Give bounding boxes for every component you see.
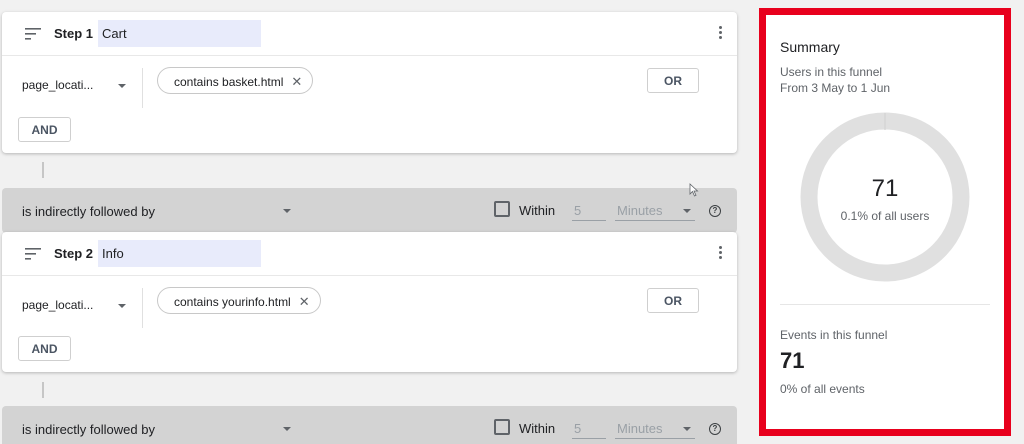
caret-down-icon[interactable] bbox=[283, 209, 291, 213]
relation-select[interactable]: is indirectly followed by bbox=[22, 204, 155, 219]
users-value: 71 bbox=[871, 175, 899, 202]
or-button[interactable]: OR bbox=[647, 68, 699, 93]
users-share: 0.1% of all users bbox=[840, 209, 930, 223]
events-share: 0% of all events bbox=[780, 382, 865, 396]
within-label: Within bbox=[519, 203, 556, 218]
step-name-input[interactable] bbox=[98, 20, 261, 47]
mouse-cursor-icon bbox=[689, 183, 699, 197]
step-connector bbox=[42, 162, 44, 178]
input-underline bbox=[572, 220, 606, 221]
help-icon[interactable]: ? bbox=[709, 423, 721, 435]
within-value-input[interactable]: 5 bbox=[574, 421, 581, 436]
divider bbox=[780, 304, 990, 305]
sort-icon[interactable] bbox=[25, 248, 41, 260]
divider bbox=[142, 288, 143, 328]
sort-icon[interactable] bbox=[25, 28, 41, 40]
condition-text: contains yourinfo.html bbox=[174, 295, 291, 309]
within-label: Within bbox=[519, 421, 556, 436]
step-label: Step 2 bbox=[54, 246, 94, 261]
more-vert-icon[interactable] bbox=[717, 26, 723, 42]
condition-text: contains basket.html bbox=[174, 75, 284, 89]
more-vert-icon[interactable] bbox=[717, 246, 723, 262]
divider bbox=[142, 68, 143, 108]
step-header: Step 2 bbox=[2, 232, 737, 276]
sequence-bar-2: is indirectly followed by Within 5 Minut… bbox=[2, 406, 737, 444]
summary-title: Summary bbox=[780, 39, 840, 55]
input-underline bbox=[615, 438, 695, 439]
step-connector bbox=[42, 382, 44, 398]
caret-down-icon[interactable] bbox=[683, 427, 691, 431]
events-label: Events in this funnel bbox=[780, 328, 888, 342]
or-button[interactable]: OR bbox=[647, 288, 699, 313]
caret-down-icon[interactable] bbox=[283, 427, 291, 431]
within-value-input[interactable]: 5 bbox=[574, 203, 581, 218]
step-header: Step 1 bbox=[2, 12, 737, 56]
unit-select[interactable]: Minutes bbox=[617, 203, 663, 218]
within-checkbox[interactable] bbox=[494, 201, 510, 217]
dimension-select[interactable]: page_locati... bbox=[22, 78, 93, 92]
close-icon[interactable]: ✕ bbox=[299, 294, 310, 309]
caret-down-icon[interactable] bbox=[118, 304, 126, 308]
caret-down-icon[interactable] bbox=[683, 209, 691, 213]
input-underline bbox=[615, 220, 695, 221]
close-icon[interactable]: ✕ bbox=[291, 74, 302, 89]
condition-chip[interactable]: contains basket.html ✕ bbox=[157, 67, 314, 94]
unit-select[interactable]: Minutes bbox=[617, 421, 663, 436]
dimension-select[interactable]: page_locati... bbox=[22, 298, 93, 312]
condition-chip[interactable]: contains yourinfo.html ✕ bbox=[157, 287, 321, 314]
step-name-input[interactable] bbox=[98, 240, 261, 267]
summary-panel: Summary Users in this funnel From 3 May … bbox=[759, 8, 1011, 436]
caret-down-icon[interactable] bbox=[118, 84, 126, 88]
date-range: From 3 May to 1 Jun bbox=[780, 81, 891, 95]
within-checkbox[interactable] bbox=[494, 419, 510, 435]
and-button[interactable]: AND bbox=[18, 336, 71, 361]
and-button[interactable]: AND bbox=[18, 117, 71, 142]
step-card-2: Step 2 page_locati... contains yourinfo.… bbox=[2, 232, 737, 372]
users-label: Users in this funnel bbox=[780, 65, 883, 79]
relation-select[interactable]: is indirectly followed by bbox=[22, 422, 155, 437]
step-label: Step 1 bbox=[54, 26, 94, 41]
sequence-bar-1: is indirectly followed by Within 5 Minut… bbox=[2, 188, 737, 233]
events-value: 71 bbox=[780, 348, 805, 373]
help-icon[interactable]: ? bbox=[709, 205, 721, 217]
step-card-1: Step 1 page_locati... contains basket.ht… bbox=[2, 12, 737, 153]
input-underline bbox=[572, 438, 606, 439]
